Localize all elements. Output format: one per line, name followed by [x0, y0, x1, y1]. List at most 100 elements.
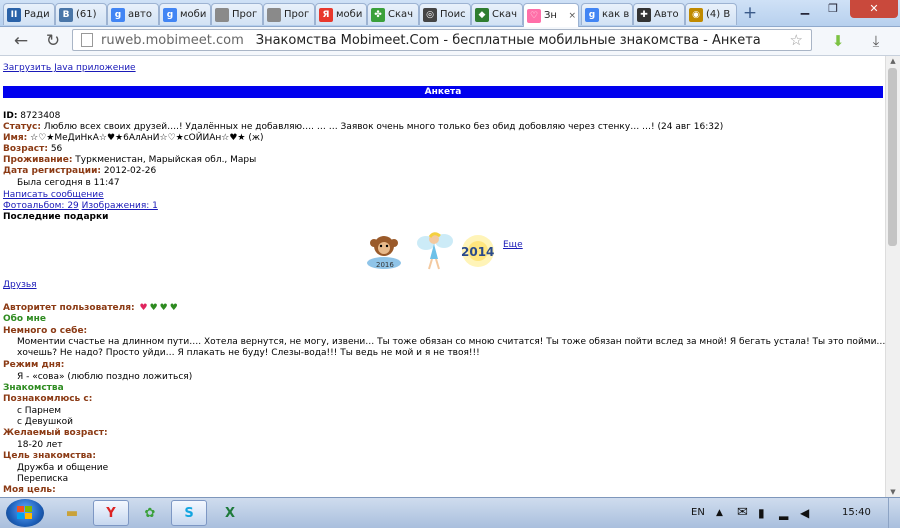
tab-2[interactable]: B (61)	[55, 3, 107, 25]
last-seen: Была сегодня в 11:47	[17, 178, 120, 188]
more-gifts-link[interactable]: Еще	[503, 240, 523, 251]
fairy-gift-icon[interactable]	[412, 229, 456, 271]
page-content: Загрузить Java приложение Анкета ID: 872…	[0, 56, 886, 497]
pause-icon: II	[7, 7, 21, 22]
monkey-gift-icon[interactable]: 2016	[362, 229, 406, 271]
scroll-up-icon[interactable]: ▲	[886, 56, 900, 66]
yandex-icon: Я	[319, 7, 333, 22]
google-icon: g	[111, 7, 125, 22]
show-desktop-button[interactable]	[888, 498, 900, 528]
tab-title: Скач	[388, 9, 414, 20]
scroll-thumb[interactable]	[888, 68, 897, 246]
scroll-down-icon[interactable]: ▼	[886, 487, 900, 497]
device-tray-icon[interactable]: ▮	[758, 498, 765, 528]
java-app-link[interactable]: Загрузить Java приложение	[3, 63, 136, 74]
tab-11[interactable]: ♡ Зн ×	[523, 3, 579, 27]
age-row: Возраст: 56	[3, 144, 62, 155]
mail-tray-icon[interactable]: ✉	[737, 498, 748, 528]
authority-heart-icon: ♥	[159, 303, 168, 313]
tab-7[interactable]: Ямоби	[315, 3, 367, 25]
excel-taskbar-icon[interactable]: X	[212, 500, 248, 526]
tab-title: Ради	[24, 9, 50, 20]
tab-8[interactable]: ✤ Скач	[367, 3, 419, 25]
tab-13[interactable]: ✚ Авто	[633, 3, 685, 25]
browser-toolbar: ← ↻ ruweb.mobimeet.com Знакомства Mobime…	[0, 27, 900, 56]
back-icon[interactable]: ←	[10, 30, 32, 52]
gifts-title: Последние подарки	[3, 212, 109, 222]
torrent-icon: ◎	[423, 7, 437, 22]
registered-row: Дата регистрации: 2012-02-26	[3, 166, 156, 177]
page-icon	[267, 7, 281, 22]
volume-tray-icon[interactable]: ◀	[800, 498, 809, 528]
new-year-gift-icon[interactable]: 2014	[456, 229, 500, 271]
network-tray-icon[interactable]: ▂	[779, 498, 788, 528]
new-tab-button[interactable]: +	[739, 4, 761, 22]
start-button[interactable]	[6, 499, 44, 527]
album-links: Фотоальбом: 29 Изображения: 1	[3, 201, 158, 212]
about-section-title: Обо мне	[3, 314, 46, 324]
name-row: Имя: ☆♡★МеДиНкА☆♥★6АлАнИ☆♡★сОЙИАн☆♥★ (ж)	[3, 133, 263, 144]
tab-5[interactable]: Прог	[211, 3, 263, 25]
tab-title: Зн	[544, 10, 557, 21]
goal-option: Переписка	[17, 474, 69, 484]
tab-6[interactable]: Прог	[263, 3, 315, 25]
google-icon: g	[163, 7, 177, 22]
icq-taskbar-icon[interactable]: ✿	[132, 500, 168, 526]
tab-9[interactable]: ◎ Поис	[419, 3, 471, 25]
download-extension-icon[interactable]: ⬇	[828, 31, 848, 51]
clock[interactable]: 15:40	[842, 498, 871, 528]
status-value: Люблю всех своих друзей….! Удалённых не …	[43, 122, 724, 132]
address-bar[interactable]: ruweb.mobimeet.com Знакомства Mobimeet.C…	[72, 29, 812, 51]
reload-icon[interactable]: ↻	[42, 30, 64, 52]
authority-heart-icon: ♥	[139, 303, 148, 313]
vk-icon: B	[59, 7, 73, 22]
tab-12[interactable]: g как в	[581, 3, 633, 25]
name-value: ☆♡★МеДиНкА☆♥★6АлАнИ☆♡★сОЙИАн☆♥★ (ж)	[30, 133, 264, 143]
residence-label: Проживание:	[3, 155, 73, 165]
tab-10[interactable]: ◆ Скач	[471, 3, 523, 25]
id-value: 8723408	[20, 111, 61, 121]
downloads-icon[interactable]: ⤓	[866, 31, 886, 51]
images-link[interactable]: Изображения: 1	[82, 201, 158, 211]
yandex-browser-taskbar-icon[interactable]: Y	[93, 500, 129, 526]
tab-title: (61)	[76, 9, 97, 20]
write-message-link[interactable]: Написать сообщение	[3, 190, 104, 201]
id-label: ID:	[3, 111, 18, 121]
routine-value: Я - «сова» (люблю поздно ложиться)	[17, 372, 193, 382]
tab-3[interactable]: g авто	[107, 3, 159, 25]
show-hidden-icons-icon[interactable]: ▲	[716, 498, 723, 528]
page-scrollbar[interactable]: ▲ ▼	[885, 56, 900, 497]
close-tab-icon[interactable]: ×	[568, 11, 576, 21]
meet-with-option: с Парнем	[17, 406, 62, 416]
page-title-text: Знакомства Mobimeet.Com - бесплатные моб…	[255, 32, 761, 48]
close-window-icon[interactable]: ✕	[850, 0, 898, 18]
star-icon[interactable]: ☆	[790, 31, 803, 49]
friends-link[interactable]: Друзья	[3, 280, 37, 291]
authority-hearts: ♥ ♥ ♥ ♥	[138, 303, 178, 313]
anketa-banner: Анкета	[3, 86, 883, 98]
goal-option: Дружба и общение	[17, 463, 109, 473]
residence-value: Туркменистан, Марыйская обл., Мары	[75, 155, 257, 165]
svg-text:2014: 2014	[461, 245, 494, 259]
skype-taskbar-icon[interactable]: S	[171, 500, 207, 526]
routine-label: Режим дня:	[3, 360, 65, 370]
explorer-taskbar-icon[interactable]: ▬	[54, 500, 90, 526]
name-label: Имя:	[3, 133, 28, 143]
tab-title: Прог	[232, 9, 258, 20]
tab-title: Авто	[654, 9, 679, 20]
registered-value: 2012-02-26	[103, 166, 157, 176]
desired-age-value: 18-20 лет	[17, 440, 63, 450]
tab-1[interactable]: II Ради	[3, 3, 55, 25]
globe-icon: ◉	[689, 7, 703, 22]
age-value: 56	[50, 144, 63, 154]
tab-14[interactable]: ◉ (4) В	[685, 3, 737, 25]
photo-album-link[interactable]: Фотоальбом: 29	[3, 201, 79, 211]
authority-heart-icon: ♥	[149, 303, 158, 313]
restore-icon[interactable]: ❐	[820, 0, 846, 18]
minimize-icon[interactable]: ▁	[792, 0, 818, 18]
tab-4[interactable]: g моби	[159, 3, 211, 25]
windows-taskbar: ▬ Y ✿ S X EN ▲ ✉ ▮ ▂ ◀ 15:40	[0, 497, 900, 528]
tab-title: авто	[128, 9, 152, 20]
residence-row: Проживание: Туркменистан, Марыйская обл.…	[3, 155, 256, 166]
language-indicator[interactable]: EN	[691, 498, 705, 528]
